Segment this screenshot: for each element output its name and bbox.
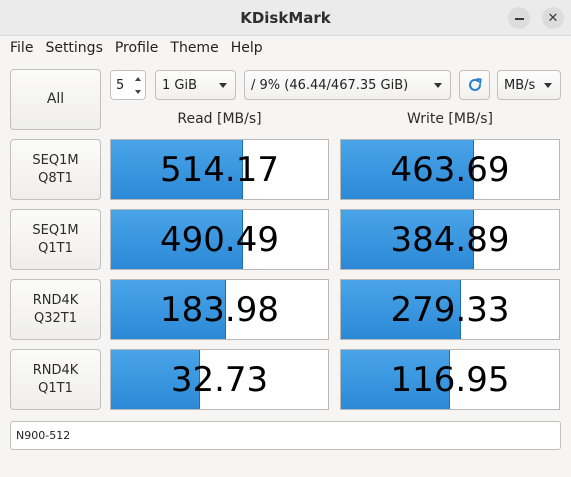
write-result: 384.89 <box>340 209 560 270</box>
read-result: 32.73 <box>110 349 329 410</box>
close-button[interactable]: ✕ <box>542 7 564 29</box>
test-line1: SEQ1M <box>32 152 79 168</box>
runs-spinbox[interactable]: 5 <box>110 70 146 100</box>
size-value: 1 GiB <box>162 77 198 93</box>
write-value: 463.69 <box>390 150 510 190</box>
test-button-seq1m-q1t1[interactable]: SEQ1M Q1T1 <box>10 209 101 270</box>
spin-down-icon[interactable] <box>132 85 144 98</box>
comment-input[interactable]: N900-512 <box>10 421 561 450</box>
refresh-icon <box>468 78 482 91</box>
size-combo[interactable]: 1 GiB <box>155 70 236 100</box>
target-value: / 9% (46.44/467.35 GiB) <box>251 77 409 93</box>
read-value: 514.17 <box>160 150 279 190</box>
read-column-header: Read [MB/s] <box>177 111 262 127</box>
refresh-button[interactable] <box>459 70 490 100</box>
test-line2: Q8T1 <box>38 170 73 186</box>
read-result: 490.49 <box>110 209 329 270</box>
unit-value: MB/s <box>504 77 536 93</box>
runs-value: 5 <box>116 78 125 93</box>
close-icon: ✕ <box>547 10 559 26</box>
read-value: 183.98 <box>160 290 279 330</box>
read-result: 514.17 <box>110 139 329 200</box>
read-value: 32.73 <box>170 360 269 400</box>
test-button-seq1m-q8t1[interactable]: SEQ1M Q8T1 <box>10 139 101 200</box>
write-result: 116.95 <box>340 349 560 410</box>
menu-settings[interactable]: Settings <box>39 40 108 56</box>
test-line1: RND4K <box>32 362 79 378</box>
menu-theme[interactable]: Theme <box>164 40 224 56</box>
test-button-rnd4k-q32t1[interactable]: RND4K Q32T1 <box>10 279 101 340</box>
test-button-rnd4k-q1t1[interactable]: RND4K Q1T1 <box>10 349 101 410</box>
test-line1: RND4K <box>32 292 79 308</box>
read-value: 490.49 <box>160 220 279 260</box>
chevron-down-icon <box>544 83 552 88</box>
chevron-down-icon <box>434 83 442 88</box>
menu-file[interactable]: File <box>4 40 39 56</box>
read-result: 183.98 <box>110 279 329 340</box>
test-line2: Q1T1 <box>38 380 73 396</box>
write-result: 279.33 <box>340 279 560 340</box>
menu-help[interactable]: Help <box>225 40 269 56</box>
menu-profile[interactable]: Profile <box>109 40 165 56</box>
write-value: 384.89 <box>390 220 510 260</box>
minimize-button[interactable] <box>508 7 530 29</box>
test-line2: Q32T1 <box>33 310 77 326</box>
minimize-icon <box>514 18 524 20</box>
spin-up-icon[interactable] <box>132 72 144 85</box>
write-value: 279.33 <box>390 290 510 330</box>
target-combo[interactable]: / 9% (46.44/467.35 GiB) <box>244 70 451 100</box>
write-value: 116.95 <box>390 360 510 400</box>
window-title: KDiskMark <box>240 9 331 27</box>
write-column-header: Write [MB/s] <box>406 111 494 127</box>
test-line1: SEQ1M <box>32 222 79 238</box>
title-bar: KDiskMark ✕ <box>0 0 571 36</box>
unit-combo[interactable]: MB/s <box>497 70 561 100</box>
test-line2: Q1T1 <box>38 240 73 256</box>
chevron-down-icon <box>219 83 227 88</box>
all-button[interactable]: All <box>10 69 101 130</box>
menu-bar: File Settings Profile Theme Help <box>0 36 571 60</box>
write-result: 463.69 <box>340 139 560 200</box>
